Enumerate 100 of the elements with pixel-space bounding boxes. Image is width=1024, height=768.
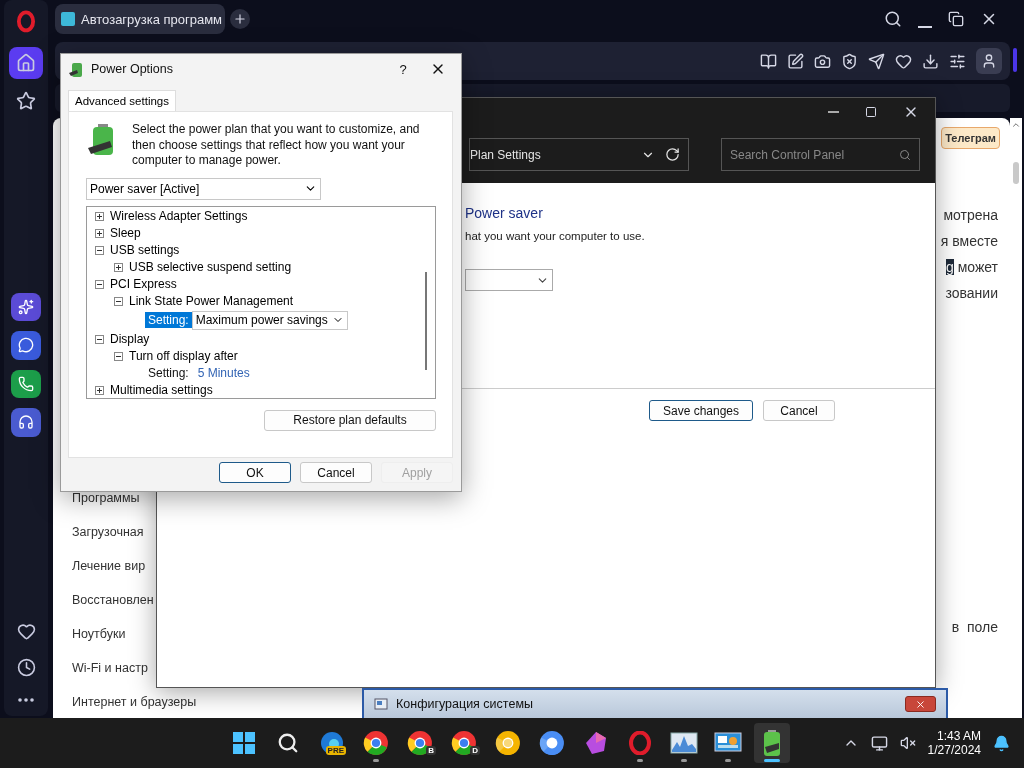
search-icon [277, 732, 299, 754]
maximize-button[interactable] [865, 106, 877, 118]
book-button[interactable] [760, 52, 777, 70]
restore-button[interactable] [948, 11, 964, 27]
sidebar-app-button[interactable] [11, 408, 41, 437]
expand-icon[interactable] [95, 385, 104, 395]
search-icon [884, 10, 902, 28]
restore-defaults-button[interactable]: Restore plan defaults [264, 409, 436, 431]
pen-icon [787, 52, 804, 70]
tree-item[interactable]: Turn off display after [129, 349, 238, 363]
expand-icon[interactable] [95, 228, 104, 238]
nav-link[interactable]: Ноутбуки [72, 626, 126, 642]
setting-dropdown[interactable]: Maximum power savings [191, 310, 348, 330]
article-text: я вместе [940, 232, 998, 251]
camera-button[interactable] [814, 52, 831, 70]
plan-dropdown[interactable]: Power saver [Active] [86, 177, 321, 200]
star-icon [16, 91, 36, 112]
settings-button[interactable] [949, 52, 966, 70]
dialog-tab[interactable]: Advanced settings [68, 90, 176, 111]
download-button[interactable] [922, 52, 939, 70]
nav-link[interactable]: Программы [72, 490, 140, 506]
nav-link[interactable]: Wi-Fi и настр [72, 660, 148, 676]
setting-value[interactable]: 5 Minutes [197, 366, 250, 380]
volume-button[interactable] [899, 735, 916, 751]
address-field[interactable]: Plan Settings [469, 138, 689, 171]
notifications-button[interactable] [993, 734, 1010, 752]
tree-item[interactable]: USB selective suspend setting [129, 260, 292, 274]
shield-button[interactable] [841, 52, 858, 70]
browser-icon [363, 730, 389, 756]
favicon-icon [61, 12, 75, 26]
scroll-thumb[interactable] [1013, 162, 1019, 184]
headphones-icon [18, 414, 34, 431]
sidebar-app-button[interactable] [11, 292, 41, 322]
nav-link[interactable]: Лечение вир [72, 558, 146, 574]
nav-link[interactable]: Восстановлен [72, 592, 154, 608]
sliders-icon [949, 52, 966, 70]
plan-heading: Power saver [465, 205, 543, 221]
profile-button[interactable] [976, 48, 1002, 74]
collapse-icon[interactable] [95, 279, 104, 289]
sidebar-app-button[interactable] [11, 331, 41, 360]
browser-tab[interactable]: Автозагрузка программ [55, 4, 225, 34]
chevron-up-icon [1011, 120, 1021, 130]
clock-time[interactable]: 1:43 AM [936, 729, 981, 743]
search-button[interactable] [884, 10, 902, 28]
cancel-button[interactable]: Cancel [763, 400, 835, 421]
browser-icon [539, 730, 565, 756]
taskbar-app[interactable]: B [402, 723, 438, 763]
taskbar-app[interactable]: D [446, 723, 482, 763]
nav-link[interactable]: Загрузочная [72, 524, 144, 540]
collapse-icon[interactable] [95, 245, 104, 255]
expand-icon[interactable] [95, 211, 104, 221]
expand-icon[interactable] [114, 262, 123, 272]
dialog-title: Power Options [91, 62, 174, 76]
ok-button[interactable]: OK [219, 462, 291, 483]
setting-label: Setting: [147, 365, 190, 381]
taskbar-app[interactable] [754, 723, 790, 763]
clock-date[interactable]: 1/27/2024 [927, 743, 981, 757]
cancel-button[interactable]: Cancel [300, 462, 372, 483]
clock-icon [16, 657, 36, 677]
help-button[interactable]: ? [389, 61, 417, 77]
dropdown[interactable] [465, 269, 553, 291]
tree-item[interactable]: USB settings [110, 243, 180, 257]
book-icon [760, 52, 777, 70]
collapse-icon[interactable] [95, 334, 104, 344]
app-badge: PRE [325, 746, 346, 755]
collapse-icon[interactable] [114, 351, 123, 361]
window-title: Конфигурация системы [396, 697, 533, 711]
collapse-icon[interactable] [114, 296, 123, 306]
sidebar-app-button[interactable] [11, 369, 41, 399]
tree-item[interactable]: Wireless Adapter Settings [110, 209, 248, 223]
opera-icon[interactable] [16, 10, 36, 33]
phone-icon [18, 375, 34, 392]
tree-item[interactable]: Display [110, 332, 150, 346]
scrollbar[interactable] [1010, 118, 1022, 718]
search-field[interactable]: Search Control Panel [721, 138, 920, 171]
home-button[interactable] [9, 46, 43, 80]
restore-icon [948, 11, 964, 27]
description-text: Select the power plan that you want to customize, and then choose settings that reflect how you want your computer to manage power. [132, 122, 421, 169]
heart-button[interactable] [895, 52, 912, 70]
sparkle-icon [18, 298, 34, 315]
opera-icon [629, 731, 651, 755]
close-button[interactable] [905, 696, 936, 712]
edit-button[interactable] [787, 52, 804, 70]
windows-icon [232, 731, 256, 755]
new-tab-button[interactable] [230, 9, 250, 29]
mute-icon [899, 735, 916, 751]
shield-icon [841, 52, 858, 70]
save-button[interactable]: Save changes [649, 400, 753, 421]
tree-item[interactable]: Sleep [110, 226, 141, 240]
tree-item[interactable]: Link State Power Management [129, 294, 294, 308]
send-button[interactable] [868, 52, 885, 70]
nav-link[interactable]: Интернет и браузеры [72, 694, 197, 710]
network-button[interactable] [870, 734, 888, 752]
setting-label: Setting: [145, 312, 192, 328]
plan-subtitle: hat you want your computer to use. [465, 230, 645, 242]
telegram-button[interactable]: Телеграм [941, 127, 1000, 149]
sidebar-indicator [1013, 48, 1017, 72]
taskbar-app[interactable]: PRE [314, 723, 350, 763]
tree-item[interactable]: PCI Express [110, 277, 177, 291]
tree-item[interactable]: Multimedia settings [110, 383, 213, 397]
